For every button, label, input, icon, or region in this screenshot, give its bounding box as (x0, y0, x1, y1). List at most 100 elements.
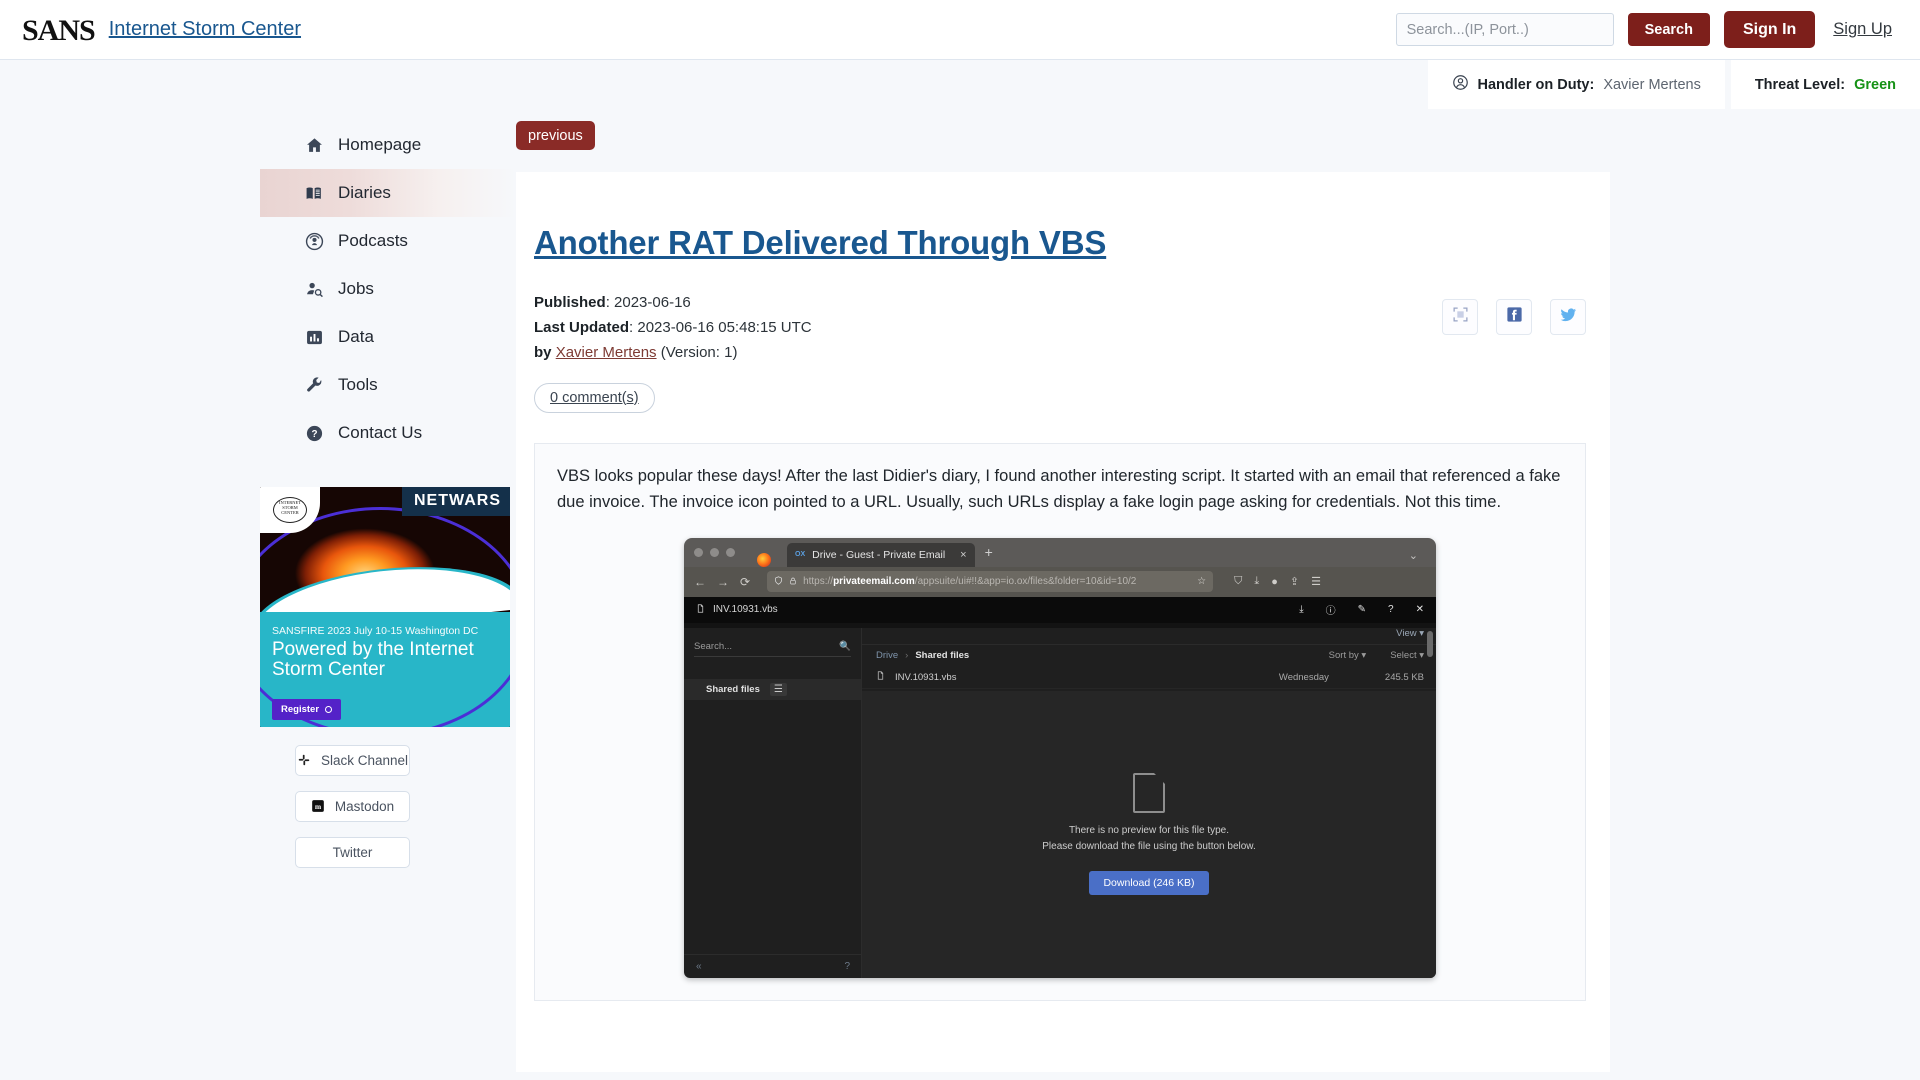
fullscreen-share-button[interactable] (1442, 299, 1478, 336)
download-icon[interactable]: ⤓ (1299, 604, 1303, 615)
social-label: Slack Channel (320, 753, 409, 768)
top-header-bar: SANS Internet Storm Center Search Sign I… (0, 0, 1920, 60)
menu-icon[interactable]: ☰ (1311, 575, 1321, 588)
brand-link-internet-storm-center[interactable]: Internet Storm Center (109, 18, 301, 41)
browser-url-bar: ← → ⟳ https://privateemail.com/appsuite/… (684, 566, 1436, 597)
fullscreen-icon (1452, 306, 1469, 328)
sidebar-item-contact-us[interactable]: ? Contact Us (260, 409, 516, 457)
tab-favicon-ox: OX (795, 551, 806, 559)
slack-channel-button[interactable]: Slack Channel (295, 745, 410, 776)
brand: SANS Internet Storm Center (22, 14, 301, 46)
search-icon[interactable]: 🔍 (839, 641, 851, 652)
published-line: Published: 2023-06-16 (534, 291, 812, 316)
threat-level-value: Green (1854, 76, 1896, 93)
arrow-dot-icon (325, 706, 333, 713)
tab-list-chevron-down-icon[interactable]: ⌄ (1409, 549, 1418, 562)
new-tab-icon[interactable]: + (985, 544, 993, 560)
view-dropdown[interactable]: View ▾ (1396, 628, 1424, 639)
twitter-icon (1559, 305, 1578, 329)
mastodon-button[interactable]: m Mastodon (295, 791, 410, 822)
preview-line-2: Please download the file using the butto… (1042, 841, 1256, 853)
article-meta-block: Published: 2023-06-16 Last Updated: 2023… (534, 291, 812, 413)
account-icon[interactable]: ● (1271, 576, 1278, 588)
author-line: by Xavier Mertens (Version: 1) (534, 341, 812, 366)
select-dropdown[interactable]: Select ▾ (1390, 650, 1424, 661)
breadcrumb-shared-files: Shared files (915, 650, 970, 662)
page-layout: Homepage Diaries Podcasts Jobs Data Tool… (0, 109, 1920, 1072)
close-window-dot[interactable] (694, 547, 703, 557)
url-domain: privateemail.com (833, 576, 915, 588)
wrench-icon (304, 375, 324, 395)
sidebar-item-homepage[interactable]: Homepage (260, 121, 516, 169)
help-circle-icon[interactable]: ? (844, 961, 850, 972)
drive-file-row[interactable]: INV.10931.vbs Wednesday 245.5 KB (862, 667, 1436, 689)
url-input[interactable]: https://privateemail.com/appsuite/ui#!!&… (767, 571, 1214, 593)
scrollbar-thumb[interactable] (1427, 630, 1433, 657)
chart-icon (304, 327, 324, 347)
article-title-link[interactable]: Another RAT Delivered Through VBS (534, 222, 1106, 263)
promo-banner-sansfire[interactable]: INTERNET STORM CENTER NETWARS SANSFIRE 2… (260, 487, 510, 727)
previous-button[interactable]: previous (516, 121, 595, 150)
bookmark-star-icon[interactable]: ☆ (1197, 576, 1206, 587)
sidebar-item-tools[interactable]: Tools (260, 361, 516, 409)
article-card: Another RAT Delivered Through VBS Publis… (516, 172, 1610, 1072)
search-input[interactable] (1395, 13, 1614, 46)
twitter-button[interactable]: Twitter (295, 837, 410, 868)
promo-register-button[interactable]: Register (272, 699, 342, 720)
downloads-icon[interactable]: ⤓ (1254, 575, 1259, 588)
comments-link[interactable]: 0 comment(s) (534, 382, 655, 413)
drive-search-field[interactable]: Search... 🔍 (694, 637, 851, 657)
drive-folder-shared-files[interactable]: Shared files ☰ (684, 678, 861, 700)
header-actions: Search Sign In Sign Up (1395, 11, 1892, 48)
tab-close-icon[interactable]: × (960, 549, 966, 561)
article-meta-row: Published: 2023-06-16 Last Updated: 2023… (534, 291, 1586, 413)
share-icon[interactable]: ⇪ (1290, 575, 1299, 588)
drive-search-placeholder: Search... (694, 640, 733, 652)
embedded-browser-screenshot: OX Drive - Guest - Private Email × + ⌄ ←… (684, 537, 1436, 978)
minimize-window-dot[interactable] (710, 547, 719, 557)
maximize-window-dot[interactable] (726, 547, 735, 557)
download-file-button[interactable]: Download (246 KB) (1089, 871, 1209, 896)
sidebar-item-diaries[interactable]: Diaries (260, 169, 516, 217)
url-text: https://privateemail.com/appsuite/ui#!!&… (803, 576, 1136, 587)
breadcrumb-drive[interactable]: Drive (876, 650, 898, 661)
edit-icon[interactable]: ✎ (1358, 604, 1366, 615)
forward-icon[interactable]: → (717, 575, 729, 589)
preview-message: There is no preview for this file type. … (1042, 823, 1256, 855)
sign-up-link[interactable]: Sign Up (1833, 20, 1892, 39)
sort-by-dropdown[interactable]: Sort by ▾ (1329, 650, 1367, 661)
browser-tab[interactable]: OX Drive - Guest - Private Email × (787, 542, 975, 567)
promo-text: SANSFIRE 2023 July 10-15 Washington DC P… (272, 625, 500, 681)
window-traffic-lights[interactable] (694, 538, 735, 567)
promo-register-label: Register (281, 704, 320, 715)
article-paragraph: VBS looks popular these days! After the … (557, 466, 1561, 512)
document-placeholder-icon (1133, 773, 1165, 814)
drive-breadcrumb: Drive › Shared files Sort by ▾ Select ▾ (862, 645, 1436, 667)
back-icon[interactable]: ← (694, 575, 706, 589)
close-icon[interactable]: ✕ (1416, 604, 1424, 615)
sidebar-item-jobs[interactable]: Jobs (260, 265, 516, 313)
promo-headline: Powered by the Internet Storm Center (272, 638, 474, 681)
collapse-sidebar-icon[interactable]: « (696, 961, 702, 972)
mastodon-icon: m (311, 799, 326, 814)
sidebar-item-podcasts[interactable]: Podcasts (260, 217, 516, 265)
sign-in-button[interactable]: Sign In (1723, 11, 1816, 48)
social-links: Slack Channel m Mastodon Twitter (295, 727, 516, 868)
drive-list-controls: Sort by ▾ Select ▾ (1329, 650, 1424, 661)
info-icon[interactable]: ⓘ (1326, 602, 1336, 617)
handler-value: Xavier Mertens (1603, 76, 1701, 93)
drive-sidebar-footer: « ? (684, 953, 862, 978)
facebook-share-button[interactable] (1496, 299, 1532, 336)
help-icon[interactable]: ? (1388, 604, 1394, 615)
sidebar-item-data[interactable]: Data (260, 313, 516, 361)
pocket-icon[interactable]: ⛉ (1234, 575, 1242, 588)
promo-subtitle: SANSFIRE 2023 July 10-15 Washington DC (272, 624, 479, 637)
twitter-share-button[interactable] (1550, 299, 1586, 336)
sidebar: Homepage Diaries Podcasts Jobs Data Tool… (0, 109, 516, 883)
webmail-drive-app: Search... 🔍 Shared files ☰ « ? View ▾ Dr… (684, 622, 1436, 978)
reload-icon[interactable]: ⟳ (740, 575, 750, 589)
search-button[interactable]: Search (1627, 13, 1710, 46)
folder-menu-icon[interactable]: ☰ (769, 682, 787, 696)
sidebar-item-label: Contact Us (338, 423, 423, 442)
author-link[interactable]: Xavier Mertens (556, 344, 657, 361)
